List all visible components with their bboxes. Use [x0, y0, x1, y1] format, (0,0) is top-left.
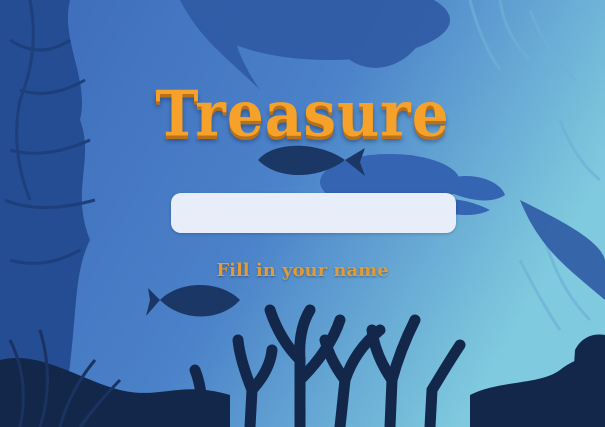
name-hint-label: Fill in your name	[216, 260, 389, 281]
game-title: Treasure	[155, 77, 450, 151]
player-name-input[interactable]	[171, 193, 456, 233]
game-start-screen: Treasure Fill in your name	[0, 0, 605, 427]
